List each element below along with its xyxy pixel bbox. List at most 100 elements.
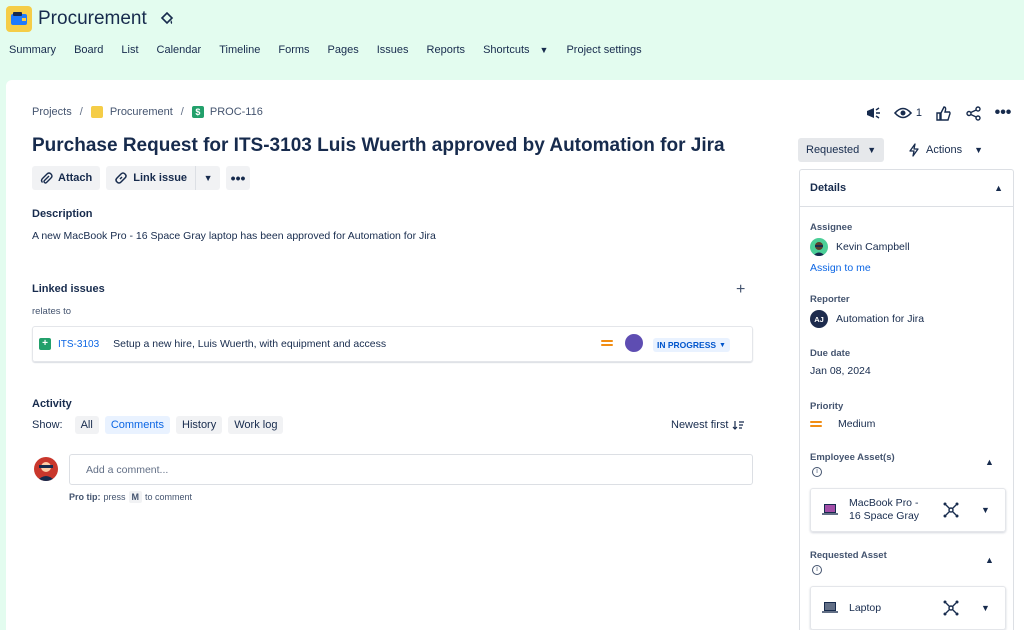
filter-comments[interactable]: Comments	[104, 416, 170, 434]
due-date-label: Due date	[810, 348, 851, 359]
info-icon[interactable]: i	[812, 565, 822, 575]
add-linked-issue-plus-icon[interactable]: +	[736, 281, 745, 299]
tab-board[interactable]: Board	[65, 40, 112, 60]
filter-work-log[interactable]: Work log	[228, 416, 284, 434]
comment-input[interactable]: Add a comment...	[69, 454, 753, 485]
paint-bucket-icon[interactable]	[160, 12, 174, 26]
actions-label: Actions	[926, 144, 963, 156]
filter-all[interactable]: All	[74, 416, 99, 434]
tab-pages[interactable]: Pages	[319, 40, 368, 60]
chevron-down-icon[interactable]: ▼	[981, 505, 990, 515]
chevron-down-icon: ▼	[867, 145, 877, 155]
assign-to-me-link[interactable]: Assign to me	[810, 262, 871, 274]
employee-assets-label: Employee Asset(s)	[810, 452, 895, 463]
watch-count: 1	[915, 107, 922, 119]
link-issue-label: Link issue	[133, 172, 188, 184]
laptop-icon	[822, 504, 838, 515]
requested-asset-name: Laptop	[849, 601, 882, 614]
link-issue-dropdown[interactable]: ▼	[196, 166, 221, 190]
more-icon[interactable]: •••	[994, 104, 1012, 122]
reporter-label: Reporter	[810, 294, 850, 305]
pro-tip-tail: to comment	[145, 492, 193, 502]
due-date-value[interactable]: Jan 08, 2024	[810, 365, 871, 377]
info-icon[interactable]: i	[812, 467, 822, 477]
paperclip-icon	[40, 171, 53, 184]
attach-label: Attach	[58, 172, 93, 184]
issue-view: Projects / Procurement / $ PROC-116 1 ••…	[6, 80, 1024, 630]
avatar[interactable]	[625, 334, 643, 352]
employee-asset-card[interactable]: MacBook Pro -16 Space Gray ▼	[810, 488, 1006, 532]
status-badge-label: IN PROGRESS	[657, 340, 717, 350]
breadcrumb-project[interactable]: Procurement	[110, 106, 173, 118]
priority-medium-icon	[810, 419, 822, 429]
tab-forms[interactable]: Forms	[269, 40, 318, 60]
requested-asset-card[interactable]: Laptop ▼	[810, 586, 1006, 630]
chevron-down-icon: ▼	[539, 45, 549, 55]
tab-project-settings[interactable]: Project settings	[557, 40, 650, 60]
chevron-down-icon: ▼	[203, 173, 213, 183]
description-heading: Description	[32, 208, 93, 220]
linked-issue-row[interactable]: + ITS-3103 Setup a new hire, Luis Wuerth…	[32, 326, 753, 362]
breadcrumb-projects[interactable]: Projects	[32, 106, 72, 118]
eye-icon	[893, 107, 912, 119]
object-graph-icon[interactable]	[943, 502, 959, 518]
issue-title[interactable]: Purchase Request for ITS-3103 Luis Wuert…	[32, 135, 725, 157]
actions-dropdown[interactable]: Actions ▼	[902, 138, 989, 162]
status-badge[interactable]: IN PROGRESS ▼	[653, 338, 730, 352]
linked-issue-summary[interactable]: Setup a new hire, Luis Wuerth, with equi…	[113, 338, 386, 350]
tab-shortcuts[interactable]: Shortcuts ▼	[474, 40, 557, 60]
chevron-up-icon[interactable]: ▲	[985, 555, 994, 565]
object-graph-icon[interactable]	[943, 600, 959, 616]
tab-shortcuts-label: Shortcuts	[483, 44, 530, 56]
tab-timeline[interactable]: Timeline	[210, 40, 269, 60]
link-issue-button[interactable]: Link issue	[106, 166, 197, 190]
tab-issues[interactable]: Issues	[368, 40, 418, 60]
project-logo-icon[interactable]	[6, 6, 32, 32]
reporter-name: Automation for Jira	[836, 313, 925, 325]
more-actions-button[interactable]: •••	[226, 166, 251, 190]
priority-value: Medium	[838, 418, 876, 430]
megaphone-icon[interactable]	[864, 104, 882, 122]
details-panel: Details ▲ Assignee Kevin Campbell Assign…	[799, 169, 1014, 630]
filter-history[interactable]: History	[176, 416, 223, 434]
description-text[interactable]: A new MacBook Pro - 16 Space Gray laptop…	[32, 230, 436, 242]
priority-medium-icon	[601, 338, 613, 348]
priority-field[interactable]: Medium	[810, 418, 875, 430]
project-title[interactable]: Procurement	[38, 8, 147, 30]
assignee-label: Assignee	[810, 222, 853, 233]
status-label: Requested	[806, 144, 860, 156]
breadcrumb-separator: /	[180, 106, 184, 118]
employee-asset-name: MacBook Pro -16 Space Gray	[849, 497, 939, 523]
requested-asset-label: Requested Asset	[810, 550, 887, 561]
tab-reports[interactable]: Reports	[418, 40, 475, 60]
status-dropdown[interactable]: Requested ▼	[798, 138, 885, 162]
details-header[interactable]: Details ▲	[800, 170, 1013, 207]
breadcrumb-issue-key[interactable]: PROC-116	[210, 106, 263, 118]
attach-button[interactable]: Attach	[32, 166, 101, 190]
issue-header-actions: 1 •••	[864, 104, 1012, 122]
employee-asset-line1: MacBook Pro -	[849, 497, 919, 509]
share-icon[interactable]	[964, 104, 982, 122]
pro-tip-label: Pro tip:	[69, 492, 101, 502]
details-heading: Details	[810, 182, 847, 194]
thumbs-up-icon[interactable]	[934, 104, 952, 122]
chevron-up-icon[interactable]: ▲	[985, 457, 994, 467]
avatar: AJ	[810, 310, 828, 328]
breadcrumb: Projects / Procurement / $ PROC-116	[32, 106, 263, 118]
assignee-field[interactable]: Kevin Campbell	[810, 238, 910, 256]
show-label: Show:	[32, 419, 63, 431]
issue-type-icon: $	[191, 106, 204, 118]
linked-issues-heading: Linked issues	[32, 283, 105, 295]
sort-order-label: Newest first	[671, 419, 729, 431]
tab-list[interactable]: List	[112, 40, 147, 60]
sort-order-button[interactable]: Newest first	[671, 419, 745, 431]
issue-toolbar: Attach Link issue ▼ •••	[32, 166, 251, 190]
linked-issue-key[interactable]: ITS-3103	[58, 339, 99, 350]
chevron-down-icon: ▼	[719, 341, 726, 349]
employee-asset-line2: 16 Space Gray	[849, 510, 920, 522]
tab-summary[interactable]: Summary	[0, 40, 65, 60]
watch-button[interactable]: 1	[893, 107, 922, 119]
reporter-field[interactable]: AJ Automation for Jira	[810, 310, 924, 328]
chevron-down-icon[interactable]: ▼	[981, 603, 990, 613]
tab-calendar[interactable]: Calendar	[148, 40, 211, 60]
